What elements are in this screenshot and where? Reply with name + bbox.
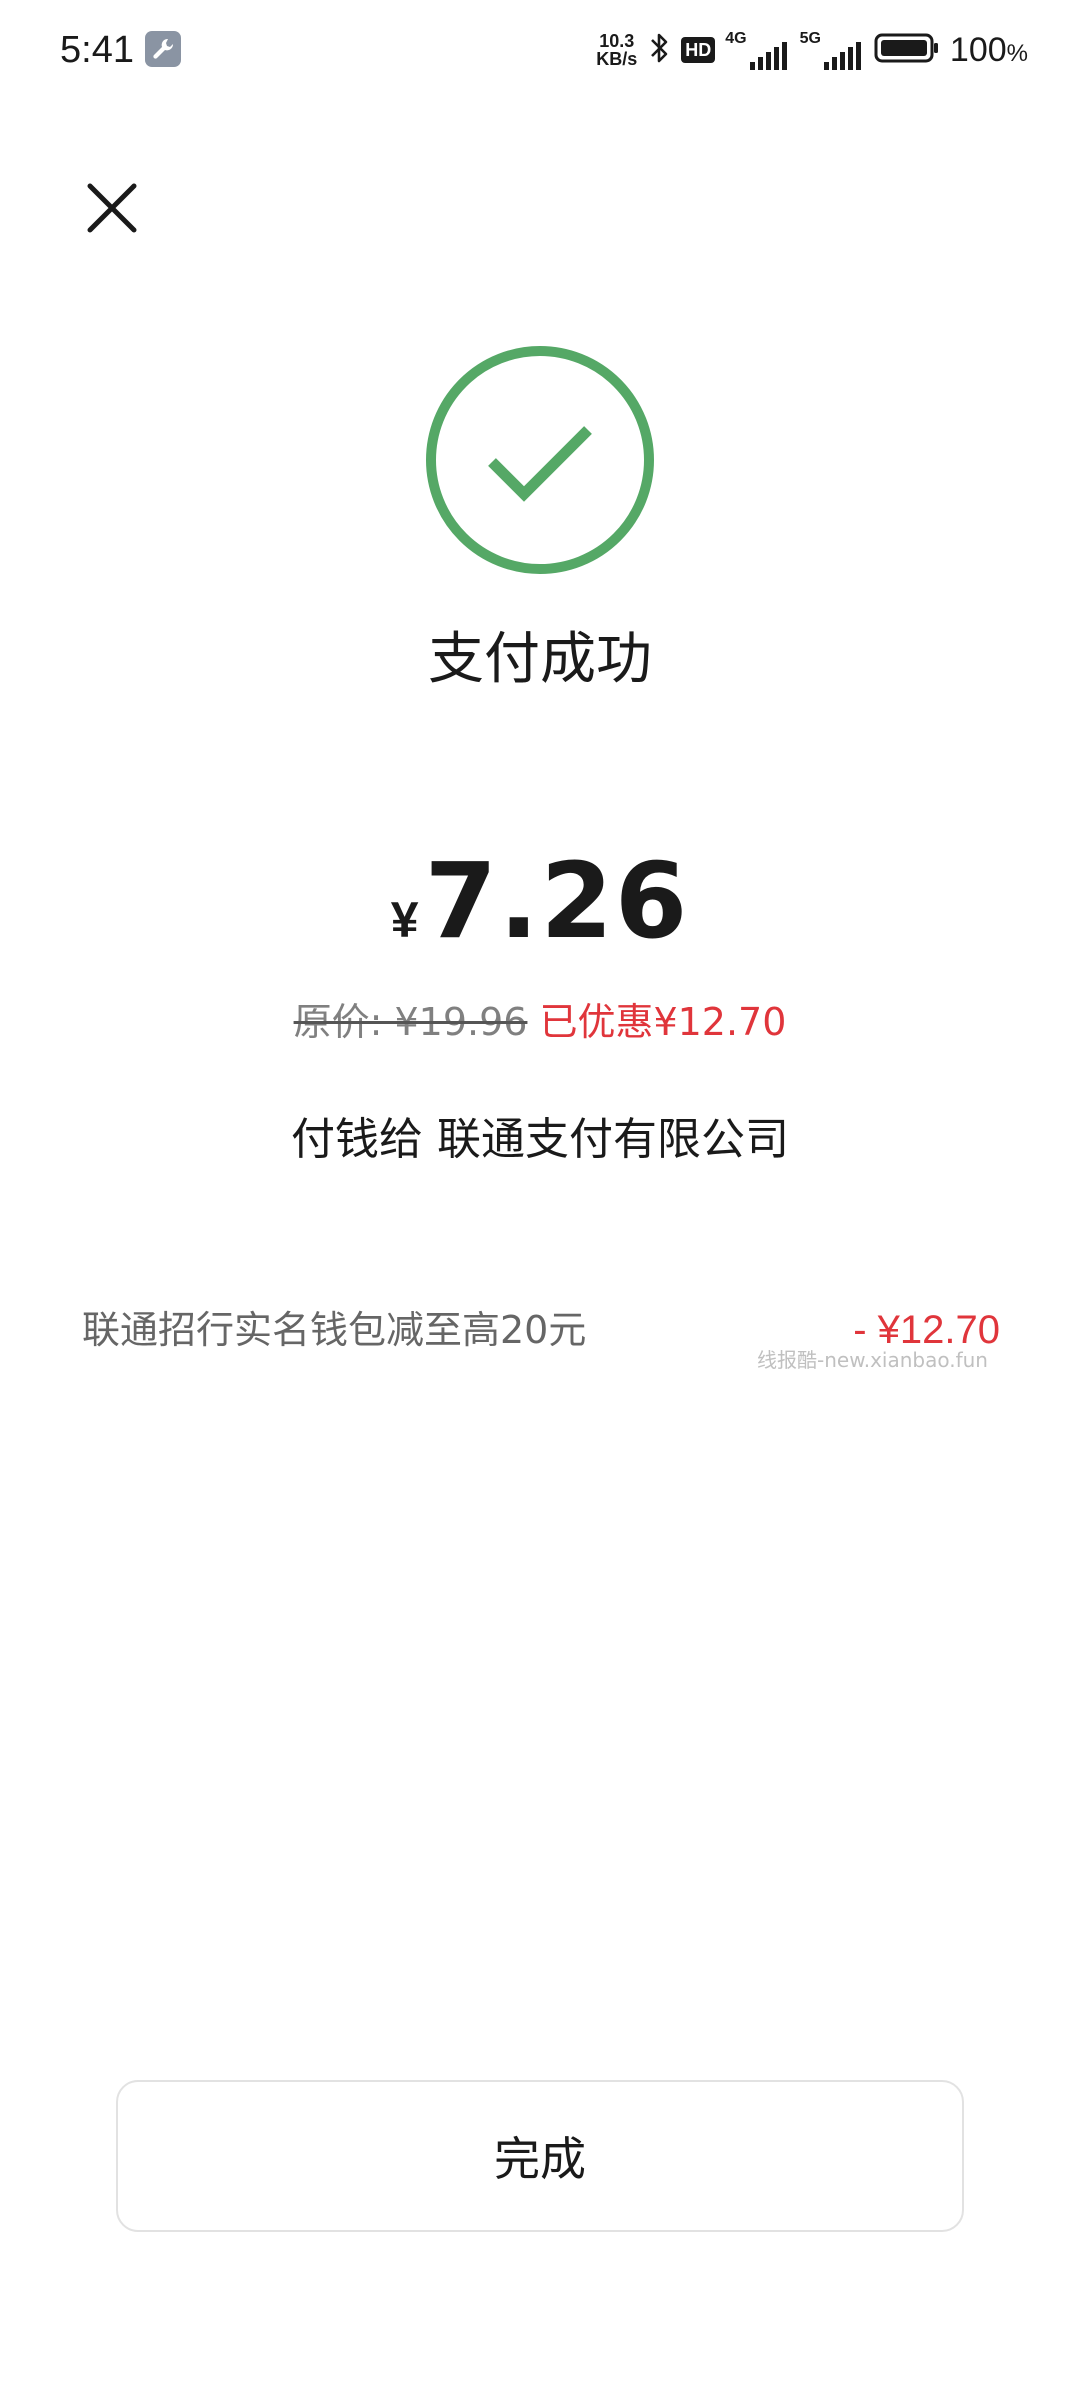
hd-voice-icon: HD xyxy=(681,37,716,63)
done-button-label: 完成 xyxy=(494,2132,586,2186)
original-price: 原价: ¥19.96 xyxy=(293,1000,528,1044)
network-speed-value: 10.3 xyxy=(599,31,635,51)
signal-icon: 5G xyxy=(800,30,864,70)
wrench-app-icon xyxy=(145,31,181,67)
watermark: 线报酷-new.xianbao.fun xyxy=(757,1348,988,1372)
status-icons: 10.3 KB/s HD 4G 5G 100% xyxy=(596,26,1028,74)
check-circle-icon xyxy=(424,344,656,576)
battery-percent-sign: % xyxy=(1006,39,1028,67)
network-speed: 10.3 KB/s xyxy=(596,32,637,68)
payee: 付钱给 联通支付有限公司 xyxy=(291,1114,789,1165)
discount-amount: 已优惠¥12.70 xyxy=(539,1000,787,1044)
signal-icon: 4G xyxy=(725,30,789,70)
signal-tech-label: 5G xyxy=(799,30,821,47)
done-button[interactable]: 完成 xyxy=(116,2080,964,2232)
battery-icon xyxy=(874,32,940,69)
status-time: 5:41 xyxy=(60,29,134,71)
bluetooth-icon xyxy=(647,30,671,71)
amount-value: 7.26 xyxy=(424,840,690,962)
promotion-label: 联通招行实名钱包减至高20元 xyxy=(82,1308,587,1352)
payment-success-title: 支付成功 xyxy=(428,627,652,692)
price-breakdown: 原价: ¥19.96 已优惠¥12.70 xyxy=(0,992,1080,1052)
network-speed-unit: KB/s xyxy=(596,49,638,69)
close-icon[interactable] xyxy=(82,178,142,238)
signal-tech-label: 4G xyxy=(725,30,747,47)
battery-percent: 100% xyxy=(950,31,1028,70)
currency-symbol: ¥ xyxy=(390,892,419,948)
battery-percent-value: 100 xyxy=(949,30,1007,69)
payment-amount: ¥ 7.26 xyxy=(0,840,1080,962)
